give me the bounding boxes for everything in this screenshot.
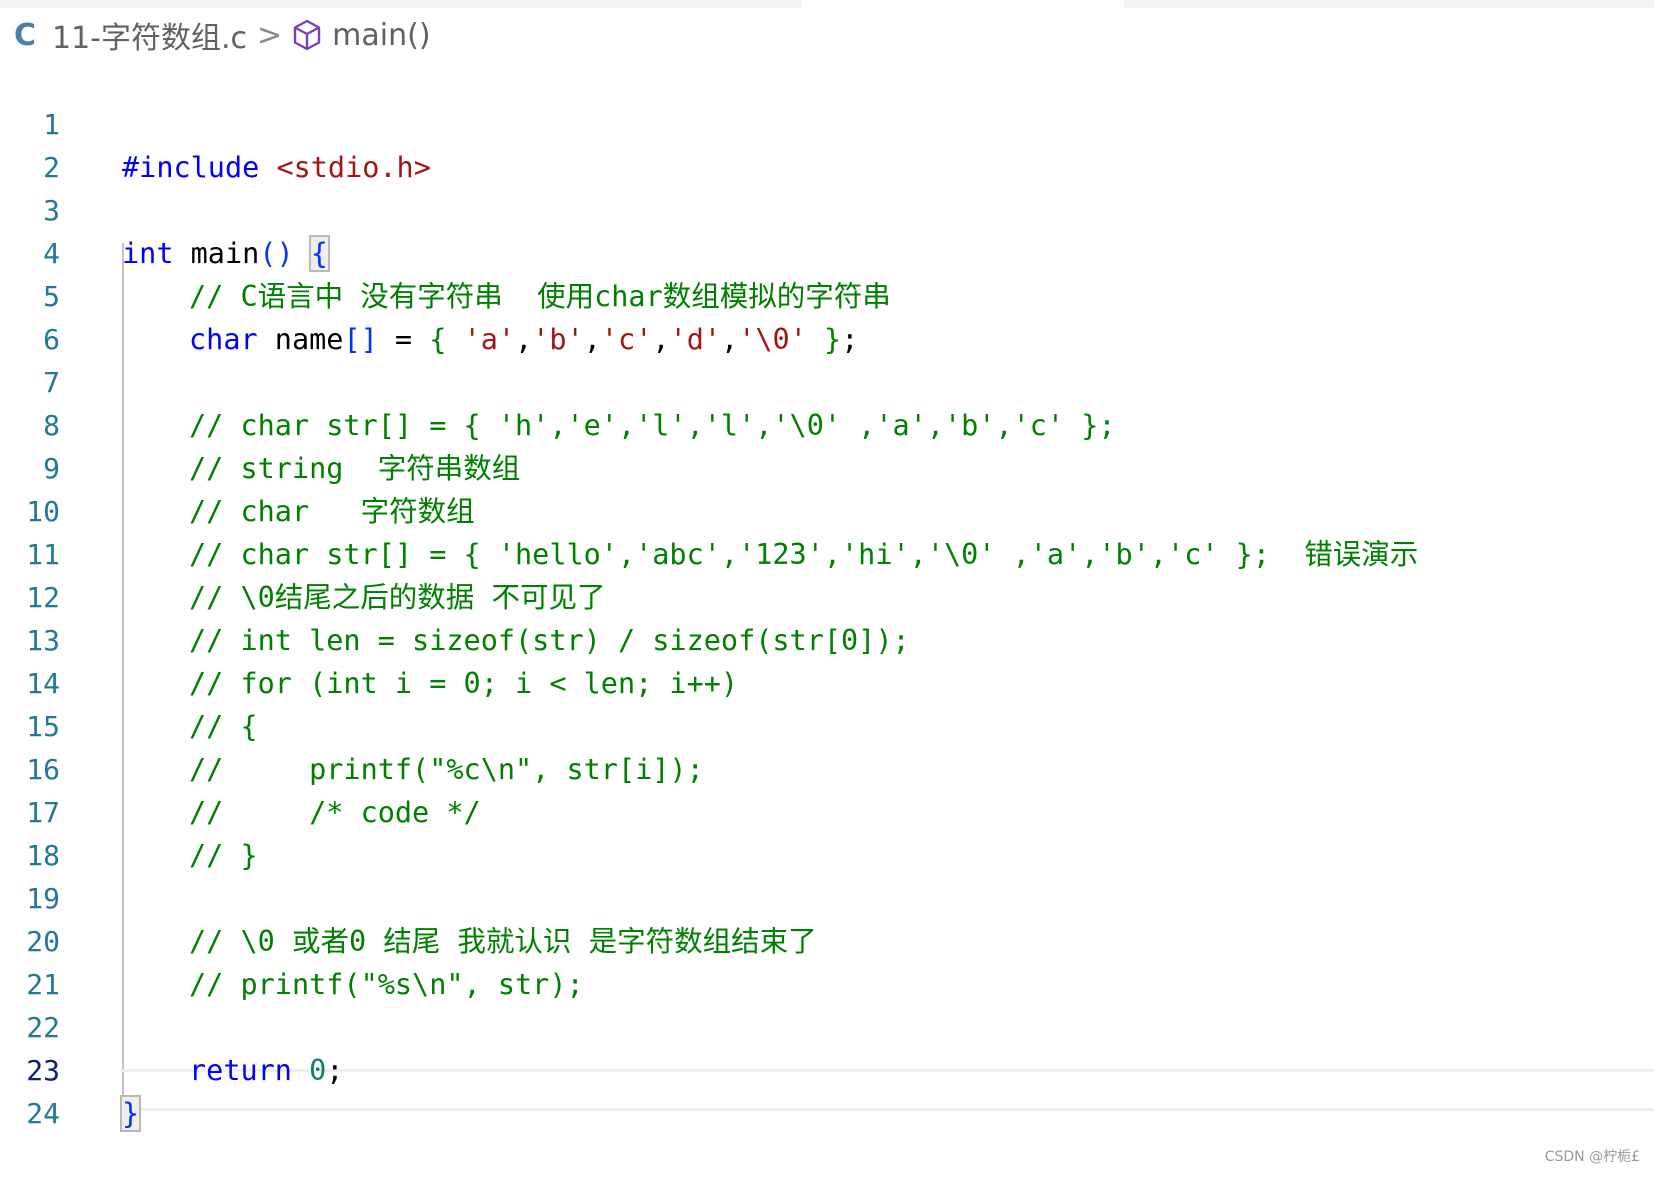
code-line-active[interactable]: 23 } [0, 1006, 1654, 1132]
code-line[interactable]: 13 // for (int i = 0; i < len; i++) [0, 576, 1654, 700]
watermark: CSDN @柠栀£ [1544, 1149, 1640, 1165]
code-line[interactable]: 9 // char 字符数组 [0, 404, 1654, 528]
code-text: } [119, 1092, 142, 1135]
code-line[interactable]: 6 [0, 275, 1654, 356]
breadcrumb: C 11-字符数组.c > main() [14, 10, 431, 60]
code-line[interactable]: 21 [0, 920, 1654, 1001]
code-line[interactable]: 8 // string 字符串数组 [0, 361, 1654, 485]
c-language-icon: C [14, 17, 37, 53]
code-line[interactable]: 2 [0, 103, 1654, 184]
code-line[interactable]: 24 [0, 1049, 1654, 1130]
line-number: 24 [26, 1097, 60, 1130]
token-brace-matched: } [119, 1095, 142, 1132]
code-line[interactable]: 19 // \0 或者0 结尾 我就认识 是字符数组结束了 [0, 834, 1654, 958]
code-line[interactable]: 18 [0, 791, 1654, 872]
tab-strip [0, 0, 1654, 8]
code-line[interactable]: 14 // { [0, 619, 1654, 743]
breadcrumb-file[interactable]: 11-字符数组.c [52, 13, 247, 57]
code-line[interactable]: 7 // char str[] = { 'h','e','l','l','\0'… [0, 318, 1654, 442]
code-line[interactable]: 3 int main() { [0, 146, 1654, 272]
code-line[interactable]: 4 // C语言中 没有字符串 使用char数组模拟的字符串 [0, 189, 1654, 313]
code-line[interactable]: 20 // printf("%s\n", str); [0, 877, 1654, 1001]
code-line[interactable]: 17 // } [0, 748, 1654, 872]
code-line[interactable]: 5 char name[] = { 'a','b','c','d','\0' }… [0, 232, 1654, 356]
chevron-right-icon: > [257, 17, 283, 53]
code-line[interactable]: 12 // int len = sizeof(str) / sizeof(str… [0, 533, 1654, 657]
active-tab-indicator [802, 0, 1124, 8]
code-editor[interactable]: 1 #include <stdio.h> 2 3 int main() { 4 … [0, 60, 1654, 1132]
code-line[interactable]: 10 // char str[] = { 'hello','abc','123'… [0, 447, 1654, 571]
code-line[interactable]: 22 return 0; [0, 963, 1654, 1087]
code-line[interactable]: 1 #include <stdio.h> [0, 60, 1654, 184]
code-line[interactable]: 11 // \0结尾之后的数据 不可见了 [0, 490, 1654, 614]
cube-icon [293, 19, 321, 51]
code-line[interactable]: 16 // /* code */ [0, 705, 1654, 829]
code-line[interactable]: 15 // printf("%c\n", str[i]); [0, 662, 1654, 786]
breadcrumb-symbol[interactable]: main() [332, 18, 430, 53]
